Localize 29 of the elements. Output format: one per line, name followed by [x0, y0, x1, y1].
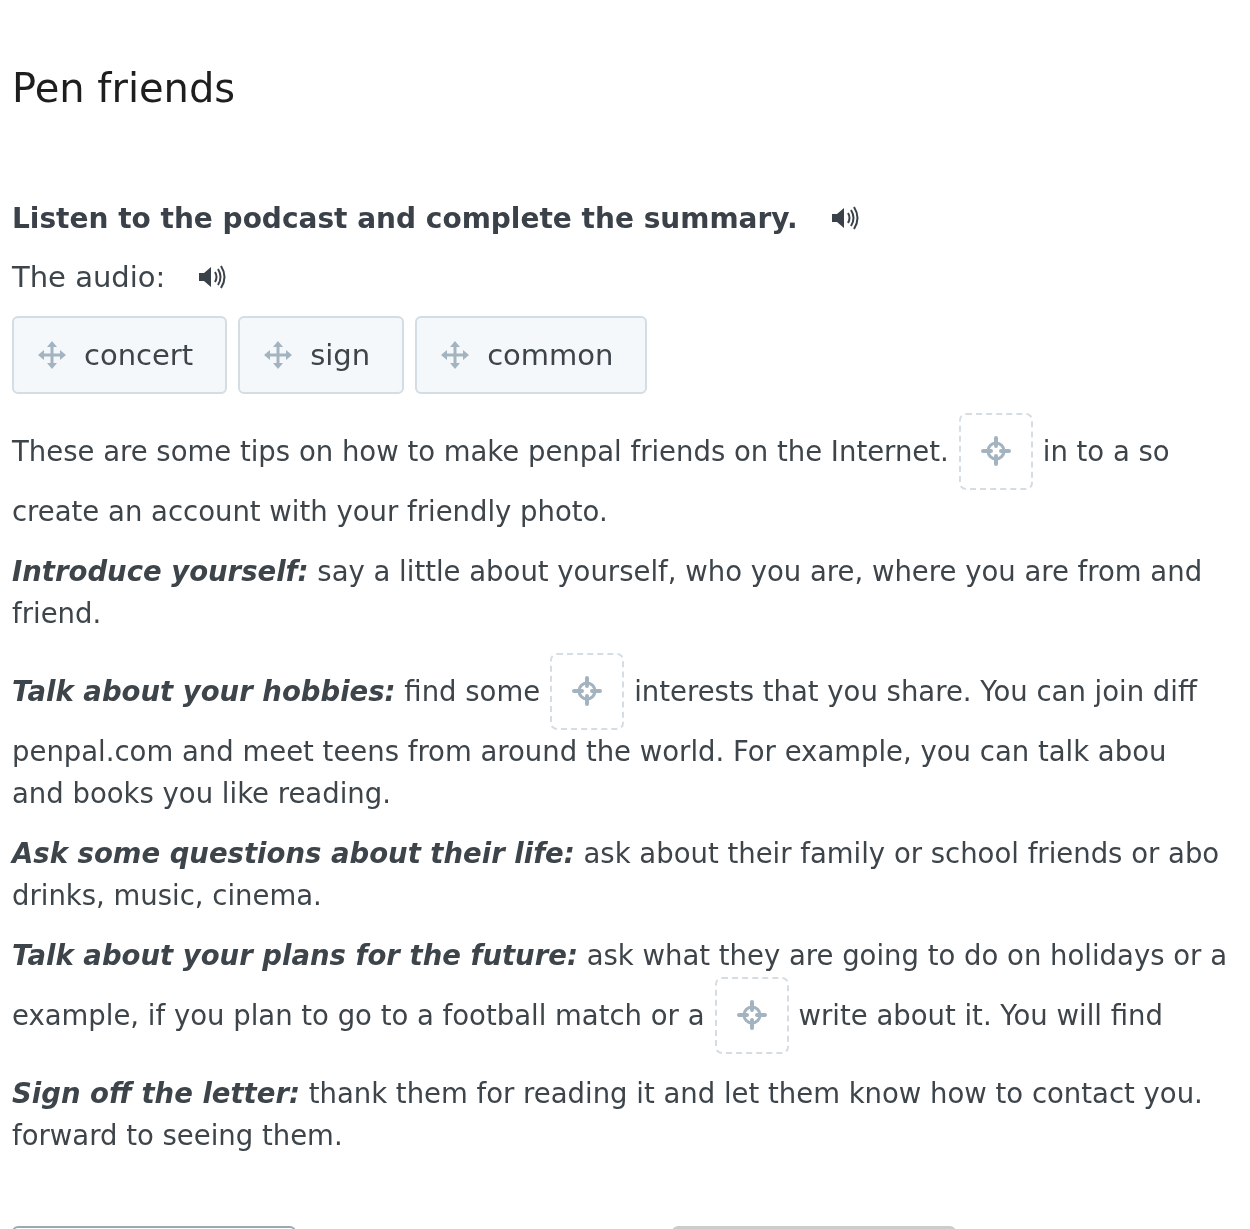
- drop-zone[interactable]: [714, 976, 789, 1054]
- summary-text: penpal.com and meet teens from around the world. For example, you can talk abou: [12, 735, 1167, 767]
- summary-text: drinks, music, cinema.: [12, 879, 322, 911]
- target-icon: [572, 676, 603, 706]
- summary-text: write about it. You will find: [798, 999, 1163, 1031]
- audio-label: The audio:: [12, 260, 166, 294]
- summary-text: Introduce yourself: say a little about yourself, who you are, where you are from and: [12, 555, 1203, 587]
- summary-text: Talk about your hobbies: find some: [12, 675, 541, 707]
- drop-zone[interactable]: [550, 652, 625, 730]
- word-tile[interactable]: common: [415, 316, 648, 394]
- summary-text: These are some tips on how to make penpal friends on the Internet.: [12, 435, 949, 467]
- instruction-text: Listen to the podcast and complete the summary.: [12, 201, 798, 235]
- page-title: Pen friends: [12, 64, 237, 113]
- summary-text: create an account with your friendly photo.: [12, 495, 608, 527]
- summary-text: Sign off the letter: thank them for reading it and let them know how to contact you.: [12, 1077, 1203, 1109]
- move-icon: [36, 339, 68, 371]
- summary-text: in to a so: [1042, 435, 1170, 467]
- summary-text: interests that you share. You can join diff: [634, 675, 1197, 707]
- summary-text: and books you like reading.: [12, 777, 391, 809]
- word-tile[interactable]: sign: [238, 316, 405, 394]
- target-icon: [980, 436, 1011, 466]
- summary-text: forward to seeing them.: [12, 1119, 343, 1151]
- word-tile[interactable]: concert: [12, 316, 228, 394]
- summary-text: Ask some questions about their life: ask about their family or school friends or abo: [12, 837, 1220, 869]
- drop-zone[interactable]: [958, 412, 1033, 490]
- target-icon: [736, 1000, 767, 1030]
- summary-text: example, if you plan to go to a football match or a: [12, 999, 705, 1031]
- summary-text: Talk about your plans for the future: ask what they are going to do on holidays or a: [12, 939, 1227, 971]
- summary-text: friend.: [12, 597, 102, 629]
